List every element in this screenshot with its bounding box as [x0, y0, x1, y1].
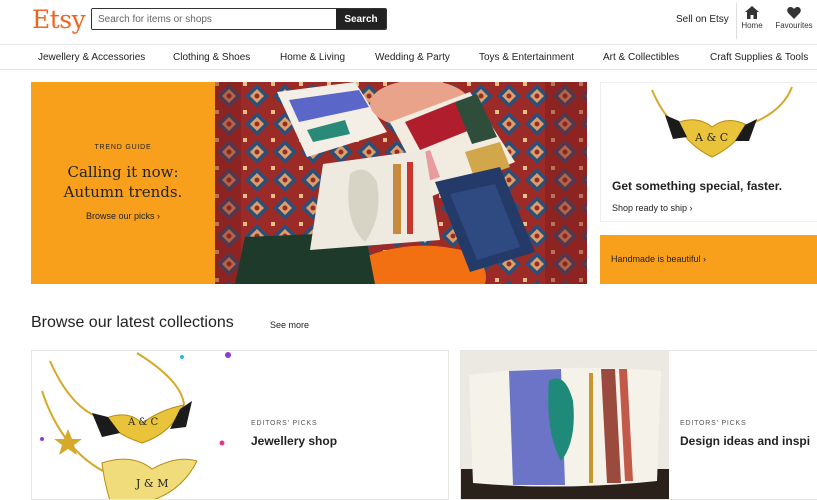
collection-name-1: Jewellery shop	[251, 434, 338, 448]
design-ideas-image	[461, 351, 669, 499]
necklace-illustration: A & C	[651, 86, 793, 158]
cushions-illustration	[215, 82, 587, 284]
necklace-initials-1: A & C	[127, 417, 158, 428]
favourites-button[interactable]: Favourites	[774, 6, 814, 30]
category-nav: Jewellery & Accessories Clothing & Shoes…	[0, 44, 817, 70]
see-more-link[interactable]: See more	[270, 320, 309, 330]
necklace-initials: A & C	[694, 131, 728, 144]
search-button[interactable]: Search	[336, 9, 386, 29]
category-jewellery[interactable]: Jewellery & Accessories	[38, 52, 145, 63]
category-art[interactable]: Art & Collectibles	[603, 52, 679, 63]
handmade-banner[interactable]: Handmade is beautiful ›	[600, 235, 817, 284]
necklace-initials-2: J & M	[135, 477, 168, 490]
collection-card-jewellery[interactable]: A & C J & M EDITORS' PICKS Jewellery sho…	[31, 350, 449, 500]
sell-on-etsy-link[interactable]: Sell on Etsy	[676, 14, 729, 25]
ready-to-ship-link[interactable]: Shop ready to ship ›	[612, 203, 693, 213]
favourites-label: Favourites	[775, 21, 813, 30]
ready-to-ship-card[interactable]: A & C Get something special, faster. Sho…	[600, 82, 817, 222]
category-clothing[interactable]: Clothing & Shoes	[173, 52, 250, 63]
collection-eyebrow-1: EDITORS' PICKS	[251, 420, 318, 427]
heart-icon	[787, 7, 801, 19]
hero-cushions-image[interactable]	[215, 82, 587, 284]
etsy-logo[interactable]: Etsy	[32, 5, 86, 34]
site-header: Etsy Search Sell on Etsy Home Favourites	[0, 0, 817, 44]
category-wedding[interactable]: Wedding & Party	[375, 52, 450, 63]
search-input[interactable]	[92, 9, 336, 29]
home-button[interactable]: Home	[740, 6, 764, 30]
collection-card-design-ideas[interactable]: EDITORS' PICKS Design ideas and inspi	[460, 350, 817, 500]
category-home-living[interactable]: Home & Living	[280, 52, 345, 63]
trend-guide-headline: Calling it now: Autumn trends.	[31, 162, 215, 202]
header-divider	[736, 3, 737, 39]
trend-guide-eyebrow: TREND GUIDE	[94, 144, 152, 151]
collection-eyebrow-2: EDITORS' PICKS	[680, 420, 747, 427]
house-icon	[745, 6, 759, 19]
handmade-banner-text: Handmade is beautiful ›	[611, 254, 707, 264]
collection-name-2: Design ideas and inspi	[680, 434, 811, 448]
search-bar: Search	[91, 8, 387, 30]
headline-line-1: Calling it now:	[67, 163, 179, 181]
promo-title: Get something special, faster.	[612, 179, 783, 193]
trend-guide-panel[interactable]: TREND GUIDE Calling it now: Autumn trend…	[31, 82, 215, 284]
browse-picks-link[interactable]: Browse our picks ›	[31, 211, 215, 221]
headline-line-2: Autumn trends.	[63, 183, 183, 201]
category-toys[interactable]: Toys & Entertainment	[479, 52, 574, 63]
collections-title: Browse our latest collections	[31, 314, 234, 331]
jewellery-shop-image: A & C J & M	[32, 351, 240, 499]
home-label: Home	[741, 21, 763, 30]
category-craft[interactable]: Craft Supplies & Tools	[710, 52, 808, 63]
